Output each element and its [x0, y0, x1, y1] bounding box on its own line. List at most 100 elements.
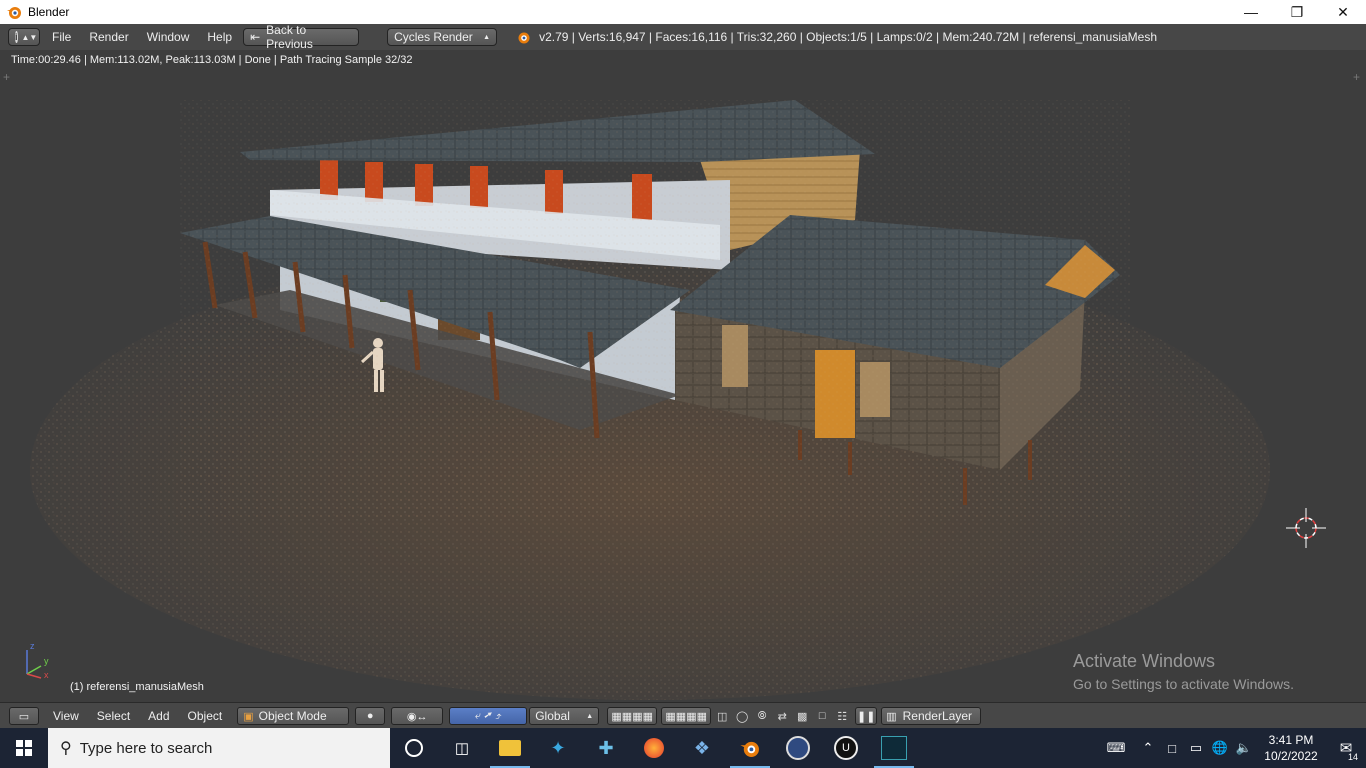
blender-logo-icon — [518, 32, 530, 44]
render-status: Time:00:29.46 | Mem:113.02M, Peak:113.03… — [11, 54, 413, 66]
shading-dropdown[interactable]: ● — [355, 707, 386, 725]
3d-view-icon: ▭ — [18, 710, 30, 723]
taskbar-firefox[interactable] — [630, 728, 678, 768]
axis-gizmo-icon — [26, 650, 42, 679]
chevron-up-icon[interactable]: ⌃ — [1136, 728, 1160, 768]
menu-object[interactable]: Object — [188, 709, 223, 723]
keyboard-icon[interactable]: ⌨ — [1104, 728, 1128, 768]
updown-icon: ▲ — [483, 33, 491, 41]
rendered-scene — [26, 100, 1326, 700]
menu-window[interactable]: Window — [147, 30, 190, 44]
snap-target-icon[interactable]: ▩ — [793, 707, 811, 725]
minimize-button[interactable]: — — [1228, 0, 1274, 24]
windows-taskbar: ⚲ Type here to search ◫ ✦ ✚ ❖ U ⌨ ⌃ □ ▭ … — [0, 728, 1366, 768]
editor-type-selector[interactable]: ▭ — [9, 707, 39, 725]
render-border-button[interactable]: ❚❚ — [855, 707, 878, 725]
clock-time: 3:41 PM — [1268, 733, 1314, 747]
axis-label-y: y — [44, 656, 49, 666]
network-globe-icon[interactable]: 🌐 — [1208, 728, 1232, 768]
restore-button[interactable]: ❐ — [1274, 0, 1320, 24]
pivot-snap-buttons[interactable]: ◉↔ — [391, 707, 444, 725]
back-to-previous-button[interactable]: ⇤ Back to Previous — [243, 23, 360, 51]
taskbar-blender[interactable] — [726, 728, 774, 768]
clock[interactable]: 3:41 PM 10/2/2022 — [1256, 732, 1326, 764]
volume-icon[interactable]: 🔈 — [1232, 728, 1256, 768]
pivot-icon: ◉↔ — [406, 710, 428, 723]
area-split-icon[interactable]: + — [1353, 70, 1360, 84]
render-layer-value: RenderLayer — [902, 709, 972, 723]
back-arrow-icon: ⇤ — [250, 30, 261, 44]
windows-logo-icon — [16, 740, 32, 756]
gamepad-icon: ✚ — [598, 737, 614, 758]
info-header: i ▲▼ File Render Window Help ⇤ Back to P… — [0, 23, 1366, 51]
folder-icon — [499, 740, 521, 756]
watermark-subtitle: Go to Settings to activate Windows. — [1073, 676, 1294, 692]
menu-help[interactable]: Help — [207, 30, 232, 44]
close-button[interactable]: ✕ — [1320, 0, 1366, 24]
cortana-button[interactable] — [390, 728, 438, 768]
3d-viewport[interactable]: + + z y x Time:00:29.46 | Mem:113.02M, P… — [0, 50, 1366, 702]
orientation-value: Global — [535, 709, 570, 723]
taskbar-app-diamond[interactable]: ❖ — [678, 728, 726, 768]
cube-icon: ▣ — [243, 710, 254, 723]
axis-label-x: x — [44, 670, 49, 680]
dolphin-icon: ✦ — [550, 737, 566, 758]
manipulator-buttons[interactable]: ⤶ ➚ ⤴ — [449, 707, 528, 725]
render-engine-dropdown[interactable]: Cycles Render ▲ — [387, 28, 498, 46]
mode-value: Object Mode — [258, 709, 327, 723]
blender-logo-icon — [740, 741, 759, 757]
3d-cursor-icon — [1286, 508, 1326, 548]
menu-view[interactable]: View — [53, 709, 79, 723]
menu-file[interactable]: File — [52, 30, 71, 44]
taskbar-app-gamepad[interactable]: ✚ — [582, 728, 630, 768]
area-split-icon[interactable]: + — [3, 70, 10, 84]
layers-group-2[interactable]: ▦▦▦▦ — [661, 707, 712, 725]
media-icon — [786, 736, 810, 760]
snap-element-icon[interactable]: ⇄ — [773, 707, 791, 725]
taskbar-app-dolphin[interactable]: ✦ — [534, 728, 582, 768]
axis-label-z: z — [30, 641, 35, 651]
taskbar-unreal[interactable]: U — [822, 728, 870, 768]
menu-select[interactable]: Select — [97, 709, 130, 723]
updown-icon: ▲ — [586, 712, 594, 720]
system-tray: ⌨ ⌃ □ ▭ 🌐 🔈 3:41 PM 10/2/2022 ✉ 14 — [1104, 728, 1366, 768]
notifications-button[interactable]: ✉ 14 — [1326, 728, 1366, 768]
taskbar-app-media[interactable] — [774, 728, 822, 768]
notification-count: 14 — [1345, 752, 1360, 762]
battery-icon[interactable]: ▭ — [1184, 728, 1208, 768]
search-box[interactable]: ⚲ Type here to search — [48, 728, 390, 768]
mode-dropdown[interactable]: ▣ Object Mode — [237, 707, 350, 725]
task-view-button[interactable]: ◫ — [438, 728, 486, 768]
window-title: Blender — [28, 5, 70, 19]
pause-icon: ❚❚ — [856, 710, 876, 723]
diamond-icon: ❖ — [693, 737, 711, 758]
taskbar-app-launcher[interactable] — [870, 728, 918, 768]
layers-icon: ▦▦▦▦ — [665, 710, 707, 723]
back-to-previous-label: Back to Previous — [266, 23, 313, 51]
render-layer-icon: ▥ — [886, 710, 897, 723]
taskbar-file-explorer[interactable] — [486, 728, 534, 768]
task-view-icon: ◫ — [454, 740, 470, 757]
lock-layer-icon[interactable]: ◫ — [713, 707, 731, 725]
proportional-edit-icon[interactable]: ◯ — [733, 707, 751, 725]
3d-view-header: ▭ View Select Add Object ▣ Object Mode ●… — [0, 702, 1366, 729]
device-icon[interactable]: □ — [1160, 728, 1184, 768]
launcher-icon — [881, 736, 907, 760]
updown-icon: ▲▼ — [21, 32, 38, 42]
render-engine-value: Cycles Render — [394, 30, 473, 44]
editor-type-selector[interactable]: i ▲▼ — [8, 28, 40, 46]
firefox-icon — [644, 738, 664, 758]
menu-render[interactable]: Render — [89, 30, 128, 44]
orientation-dropdown[interactable]: Global ▲ — [529, 707, 600, 725]
clock-date: 10/2/2022 — [1264, 749, 1318, 763]
cortana-icon — [405, 739, 423, 757]
render-layer-selector[interactable]: ▥ RenderLayer — [881, 707, 982, 725]
translate-icon: ⤶ ➚ ⤴ — [474, 709, 502, 722]
start-button[interactable] — [0, 728, 48, 768]
render-still-icon[interactable]: □ — [813, 707, 831, 725]
snap-icon[interactable]: ⦾ — [753, 707, 771, 725]
render-anim-icon[interactable]: ☷ — [833, 707, 851, 725]
info-icon: i — [15, 31, 18, 43]
layers-group-1[interactable]: ▦▦▦▦ — [607, 707, 658, 725]
menu-add[interactable]: Add — [148, 709, 169, 723]
